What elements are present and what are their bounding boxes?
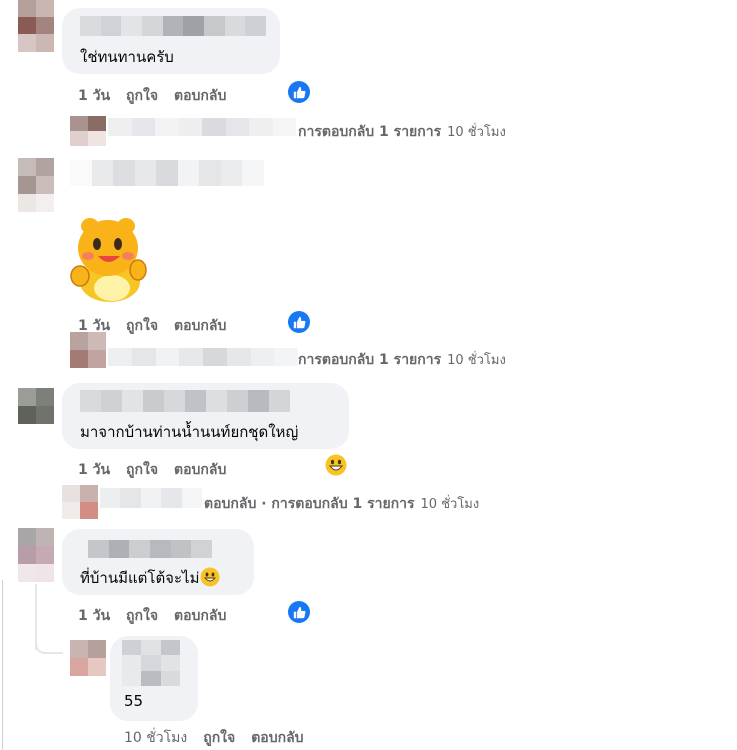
- commenter-name[interactable]: [88, 540, 212, 558]
- reply-names: [100, 488, 202, 508]
- comment-time[interactable]: 1 วัน: [78, 608, 110, 624]
- smiling-emoji-icon: [200, 567, 220, 591]
- left-border: [2, 580, 3, 750]
- reply-button[interactable]: ตอบกลับ: [174, 462, 226, 478]
- avatar[interactable]: [18, 0, 54, 52]
- like-reaction-icon[interactable]: [288, 311, 310, 333]
- comment-text: ที่บ้านมีแต่โต้จะไม่: [80, 566, 220, 591]
- view-replies-link[interactable]: ตอบกลับ · การตอบกลับ 1 รายการ 10 ชั่วโมง: [204, 493, 479, 515]
- view-replies-link[interactable]: การตอบกลับ 1 รายการ 10 ชั่วโมง: [298, 121, 506, 143]
- replier-name[interactable]: [122, 640, 180, 686]
- avatar[interactable]: [18, 158, 54, 212]
- reply-text: 55: [124, 692, 144, 710]
- reply-names: [108, 118, 296, 136]
- reply-button[interactable]: ตอบกลับ: [174, 88, 226, 104]
- commenter-name[interactable]: [80, 390, 290, 412]
- view-replies-link[interactable]: การตอบกลับ 1 รายการ 10 ชั่วโมง: [298, 349, 506, 371]
- thread-connector: [35, 632, 63, 654]
- sticker-character: [70, 218, 147, 302]
- comment-time[interactable]: 1 วัน: [78, 88, 110, 104]
- like-reaction-icon[interactable]: [288, 81, 310, 103]
- reply-avatars[interactable]: [70, 332, 106, 368]
- reply-avatars[interactable]: [62, 485, 98, 519]
- like-reaction-icon[interactable]: [288, 601, 310, 623]
- like-button[interactable]: ถูกใจ: [126, 462, 158, 478]
- commenter-name[interactable]: [80, 16, 266, 36]
- like-button[interactable]: ถูกใจ: [203, 730, 235, 746]
- comment-actions: 1 วัน ถูกใจ ตอบกลับ: [78, 605, 242, 627]
- reply-names: [108, 348, 298, 366]
- comment-text: ใช่ทนทานครับ: [80, 48, 174, 66]
- comment-actions: 1 วัน ถูกใจ ตอบกลับ: [78, 85, 242, 107]
- like-button[interactable]: ถูกใจ: [126, 608, 158, 624]
- like-button[interactable]: ถูกใจ: [126, 88, 158, 104]
- reply-avatars[interactable]: [70, 116, 106, 146]
- reply-actions: 10 ชั่วโมง ถูกใจ ตอบกลับ: [124, 727, 320, 749]
- reply-button[interactable]: ตอบกลับ: [174, 608, 226, 624]
- avatar[interactable]: [70, 640, 106, 676]
- comment-actions: 1 วัน ถูกใจ ตอบกลับ: [78, 459, 242, 481]
- reply-button[interactable]: ตอบกลับ: [251, 730, 303, 746]
- comment-time[interactable]: 1 วัน: [78, 462, 110, 478]
- avatar[interactable]: [18, 528, 54, 582]
- commenter-name[interactable]: [70, 160, 264, 186]
- comment-text: มาจากบ้านท่านน้ำนนท์ยกชุดใหญ่: [80, 423, 299, 441]
- like-button[interactable]: ถูกใจ: [126, 318, 158, 334]
- grinning-emoji-icon[interactable]: [325, 454, 347, 476]
- avatar[interactable]: [18, 388, 54, 424]
- reply-button[interactable]: ตอบกลับ: [174, 318, 226, 334]
- reply-time[interactable]: 10 ชั่วโมง: [124, 730, 187, 746]
